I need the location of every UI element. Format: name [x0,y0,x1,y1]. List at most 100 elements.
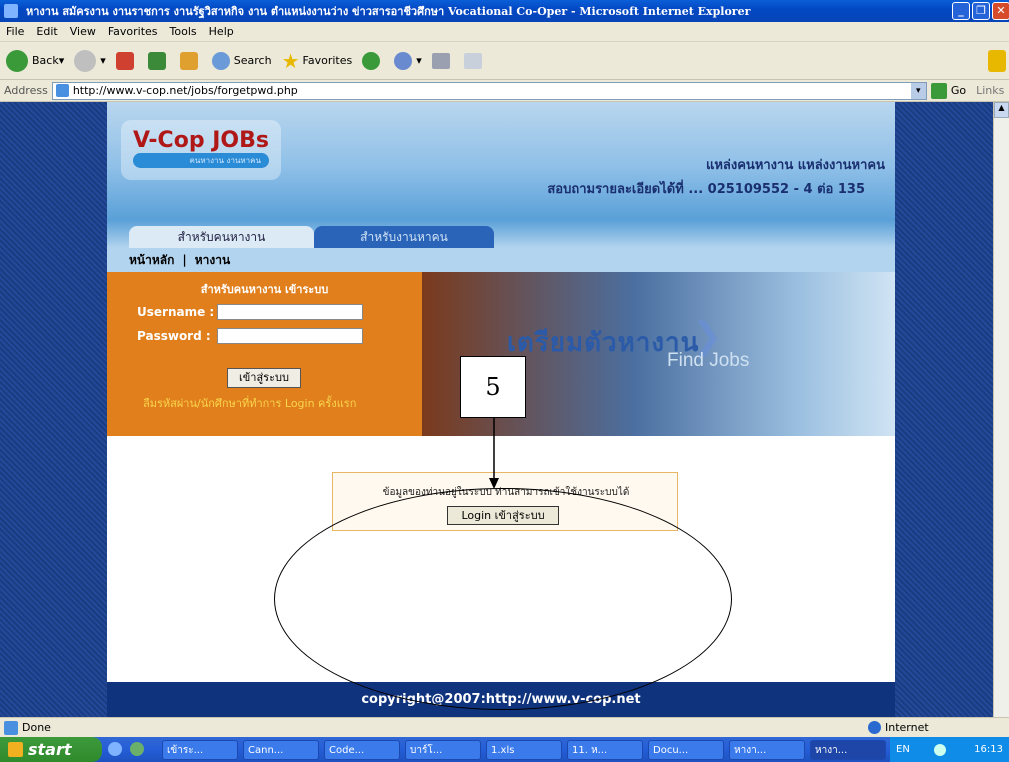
menu-file[interactable]: File [6,25,24,38]
system-tray: EN 16:13 [890,737,1009,762]
task-item[interactable]: 1.xls [486,740,562,760]
stop-icon [115,51,134,70]
address-url: http://www.v-cop.net/jobs/forgetpwd.php [72,84,298,97]
dropdown-icon[interactable]: ▾ [910,82,926,99]
language-indicator[interactable]: EN [896,744,910,755]
star-icon: ★ [281,48,300,73]
maximize-icon[interactable]: ❐ [972,2,990,20]
tab-bar: สำหรับคนหางาน สำหรับงานหาคน [107,220,895,248]
print-button[interactable] [431,52,454,69]
nav-home[interactable]: หน้าหลัก [129,251,174,270]
mail-icon [394,51,413,70]
nav-row: หน้าหลัก | หางาน [107,248,895,272]
forgot-password-link[interactable]: ลืมรหัสผ่าน/นักศึกษาที่ทำการ Login ครั้ง… [143,394,356,412]
forward-arrow-icon [74,49,97,72]
forward-button[interactable]: ▾ [74,49,106,72]
tray-icon[interactable] [933,743,946,756]
go-arrow-icon [930,82,947,99]
task-item[interactable]: หางา... [729,740,805,760]
window-title: หางาน สมัครงาน งานราชการ งานรัฐวิสาหกิจ … [26,5,751,18]
task-item[interactable]: เข้าระ... [162,740,238,760]
site-header: V-Cop JOBs คนหางาน งานหาคน แหล่งคนหางาน … [107,102,895,220]
quick-launch [108,742,158,758]
links-label[interactable]: Links [976,84,1004,97]
login-panel: สำหรับคนหางาน เข้าระบบ Username : Passwo… [107,272,422,436]
menu-edit[interactable]: Edit [36,25,57,38]
print-icon [431,52,450,69]
tab-employer[interactable]: สำหรับงานหาคน [314,226,494,248]
nav-jobs[interactable]: หางาน [195,251,230,270]
edit-icon [463,52,482,69]
windows-flag-icon [8,742,23,757]
menu-help[interactable]: Help [209,25,234,38]
window-title-bar: หางาน สมัครงาน งานราชการ งานรัฐวิสาหกิจ … [0,0,1009,22]
taskbar: start เข้าระ... Cann... Code... บาร์โ...… [0,737,1009,762]
status-bar: Done Internet [0,717,1009,737]
toolbar: Back ▾ ▾ Search ★ Favorites ▾ [0,42,1009,80]
close-icon[interactable]: ✕ [992,2,1009,20]
browser-viewport: V-Cop JOBs คนหางาน งานหาคน แหล่งคนหางาน … [0,102,1009,717]
history-icon [362,51,381,70]
tab-jobseeker[interactable]: สำหรับคนหางาน [129,226,314,248]
go-button[interactable]: Go [930,82,966,99]
menu-tools[interactable]: Tools [170,25,197,38]
password-row: Password : [137,328,363,344]
home-icon [179,51,198,70]
mail-button[interactable]: ▾ [394,51,422,70]
ie-icon [4,4,18,18]
task-item-active[interactable]: หางา... [810,740,886,760]
menu-view[interactable]: View [70,25,96,38]
address-label: Address [4,84,48,97]
task-item[interactable]: 11. ห... [567,740,643,760]
page-done-icon [4,720,18,735]
ie-quicklaunch-icon[interactable] [108,742,122,756]
header-tagline: แหล่งคนหางาน แหล่งงานหาคน [705,158,885,173]
task-item[interactable]: Code... [324,740,400,760]
annotation-callout: 5 [460,356,526,418]
home-button[interactable] [179,51,202,70]
status-text: Done [22,721,51,734]
favorites-button[interactable]: ★ Favorites [282,49,353,73]
globe-icon [868,721,881,734]
annotation-arrow-icon [489,418,499,489]
task-item[interactable]: บาร์โ... [405,740,481,760]
stop-button[interactable] [115,51,138,70]
security-zone: Internet [868,721,929,734]
scroll-up-icon[interactable]: ▲ [994,102,1009,118]
banner-subtitle: Find Jobs [667,350,750,371]
history-button[interactable] [362,51,384,70]
back-arrow-icon [6,49,28,72]
page-icon [55,84,69,97]
site-logo[interactable]: V-Cop JOBs คนหางาน งานหาคน [121,120,281,180]
back-button[interactable]: Back ▾ [6,49,64,72]
logo-title: V-Cop JOBs [133,128,269,153]
messenger-icon[interactable] [129,742,144,756]
login-title: สำหรับคนหางาน เข้าระบบ [200,283,329,296]
password-input[interactable] [217,328,363,344]
password-label: Password : [137,329,211,343]
edit-button[interactable] [463,52,486,69]
address-input[interactable]: http://www.v-cop.net/jobs/forgetpwd.php … [51,81,927,100]
task-item[interactable]: Docu... [648,740,724,760]
search-icon [211,51,230,70]
start-button[interactable]: start [0,737,102,762]
windows-logo-icon [988,50,1006,72]
search-button[interactable]: Search [211,51,272,70]
nav-separator: | [182,253,187,267]
username-input[interactable] [217,304,363,320]
task-item[interactable]: Cann... [243,740,319,760]
login-button[interactable]: เข้าสู่ระบบ [227,368,301,388]
address-bar: Address http://www.v-cop.net/jobs/forget… [0,80,1009,102]
annotation-ellipse [274,488,732,710]
vertical-scrollbar[interactable]: ▲ [993,102,1009,717]
menu-bar: File Edit View Favorites Tools Help [0,22,1009,42]
clock: 16:13 [974,744,1003,755]
refresh-icon [147,51,166,70]
username-row: Username : [137,304,363,320]
header-contact: สอบถามรายละเอียดได้ที่ ... 025109552 - 4… [547,182,865,197]
minimize-icon[interactable]: _ [952,2,970,20]
refresh-button[interactable] [147,51,170,70]
logo-subtitle: คนหางาน งานหาคน [133,153,269,168]
username-label: Username : [137,305,215,319]
menu-favorites[interactable]: Favorites [108,25,158,38]
